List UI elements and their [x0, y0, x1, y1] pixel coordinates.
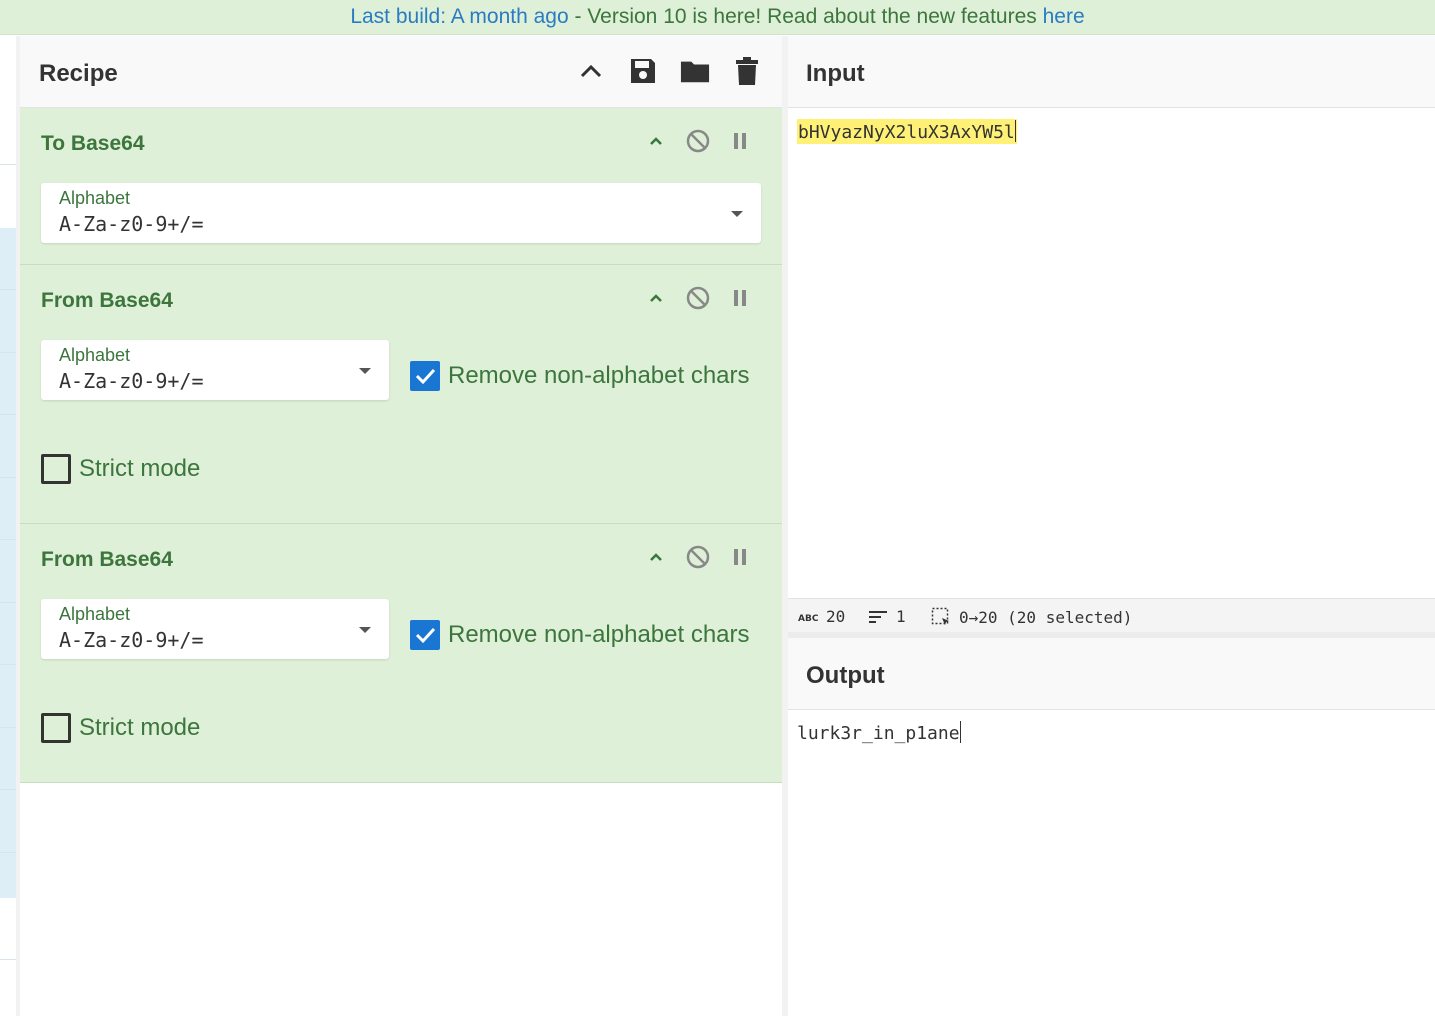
svg-text:ABC: ABC: [798, 614, 818, 623]
collapse-icon[interactable]: [644, 286, 668, 310]
operation-title: From Base64: [41, 548, 173, 571]
output-pane: Output lurk3r_in_p1ane: [788, 638, 1435, 1016]
strict-mode-checkbox[interactable]: [41, 713, 71, 743]
chevron-down-icon[interactable]: [731, 211, 743, 217]
recipe-title: Recipe: [39, 60, 118, 87]
recipe-header: Recipe: [20, 36, 782, 108]
load-recipe-icon[interactable]: [680, 54, 710, 88]
length-icon: ABC: [798, 614, 818, 623]
text-cursor: [959, 721, 961, 743]
new-features-link[interactable]: here: [1043, 5, 1085, 28]
strict-mode-label: Strict mode: [79, 714, 201, 741]
alphabet-label: Alphabet: [59, 188, 131, 208]
remove-non-alphabet-checkbox[interactable]: [410, 361, 440, 391]
operation-from-base64[interactable]: From Base64 Alphabet A-Za-z0-9+/= Remove…: [20, 524, 782, 783]
alphabet-select[interactable]: Alphabet A-Za-z0-9+/=: [41, 599, 389, 659]
checkmark-icon: [415, 368, 436, 385]
remove-non-alphabet-checkbox[interactable]: [410, 620, 440, 650]
collapse-icon[interactable]: [644, 545, 668, 569]
disable-icon[interactable]: [686, 129, 710, 153]
collapse-icon[interactable]: [644, 129, 668, 153]
lines-count: 1: [896, 607, 906, 626]
clear-recipe-icon[interactable]: [732, 54, 762, 88]
output-title: Output: [806, 662, 885, 689]
chevron-down-icon[interactable]: [359, 627, 371, 633]
lines-icon: [869, 610, 887, 623]
operations-panel-edge: [0, 36, 17, 1016]
disable-icon[interactable]: [686, 286, 710, 310]
breakpoint-icon[interactable]: [728, 129, 752, 153]
length-count: 20: [826, 607, 846, 626]
alphabet-label: Alphabet: [59, 604, 131, 624]
output-header: Output: [788, 638, 1435, 710]
alphabet-value: A-Za-z0-9+/=: [59, 212, 204, 236]
chevron-down-icon[interactable]: [359, 368, 371, 374]
selection-range: 0→20 (20 selected): [959, 607, 1133, 627]
selection-icon: [931, 607, 949, 625]
input-header: Input: [788, 36, 1435, 108]
operation-title: To Base64: [41, 132, 145, 155]
remove-non-alphabet-label: Remove non-alphabet chars: [448, 621, 750, 648]
output-text: lurk3r_in_p1ane: [797, 723, 960, 744]
strict-mode-label: Strict mode: [79, 455, 201, 482]
collapse-all-icon[interactable]: [576, 54, 606, 88]
disable-icon[interactable]: [686, 545, 710, 569]
breakpoint-icon[interactable]: [728, 286, 752, 310]
input-title: Input: [806, 60, 865, 87]
input-text: bHVyazNyX2luX3AxYW5l: [798, 122, 1015, 143]
banner-text: - Version 10 is here! Read about the new…: [568, 5, 1043, 28]
notification-banner: Last build: A month ago - Version 10 is …: [0, 0, 1435, 35]
operation-to-base64[interactable]: To Base64 Alphabet A-Za-z0-9+/=: [20, 108, 782, 265]
alphabet-select[interactable]: Alphabet A-Za-z0-9+/=: [41, 183, 761, 243]
input-status-bar: ABC 20 1 0→20 (20 selected): [788, 598, 1435, 632]
strict-mode-checkbox[interactable]: [41, 454, 71, 484]
operation-title: From Base64: [41, 289, 173, 312]
breakpoint-icon[interactable]: [728, 545, 752, 569]
output-textarea[interactable]: lurk3r_in_p1ane: [797, 721, 961, 744]
alphabet-value: A-Za-z0-9+/=: [59, 628, 204, 652]
alphabet-value: A-Za-z0-9+/=: [59, 369, 204, 393]
remove-non-alphabet-label: Remove non-alphabet chars: [448, 362, 750, 389]
alphabet-label: Alphabet: [59, 345, 131, 365]
operation-from-base64[interactable]: From Base64 Alphabet A-Za-z0-9+/= Remove…: [20, 265, 782, 524]
alphabet-select[interactable]: Alphabet A-Za-z0-9+/=: [41, 340, 389, 400]
checkmark-icon: [415, 627, 436, 644]
last-build-link[interactable]: Last build: A month ago: [350, 5, 568, 28]
input-textarea[interactable]: bHVyazNyX2luX3AxYW5l: [797, 119, 1017, 144]
save-recipe-icon[interactable]: [628, 54, 658, 88]
input-pane: Input bHVyazNyX2luX3AxYW5l: [788, 36, 1435, 598]
recipe-panel: Recipe To Base64 Alphabet A-Za-z0-9+/= F…: [20, 36, 782, 1016]
text-cursor: [1014, 120, 1016, 142]
